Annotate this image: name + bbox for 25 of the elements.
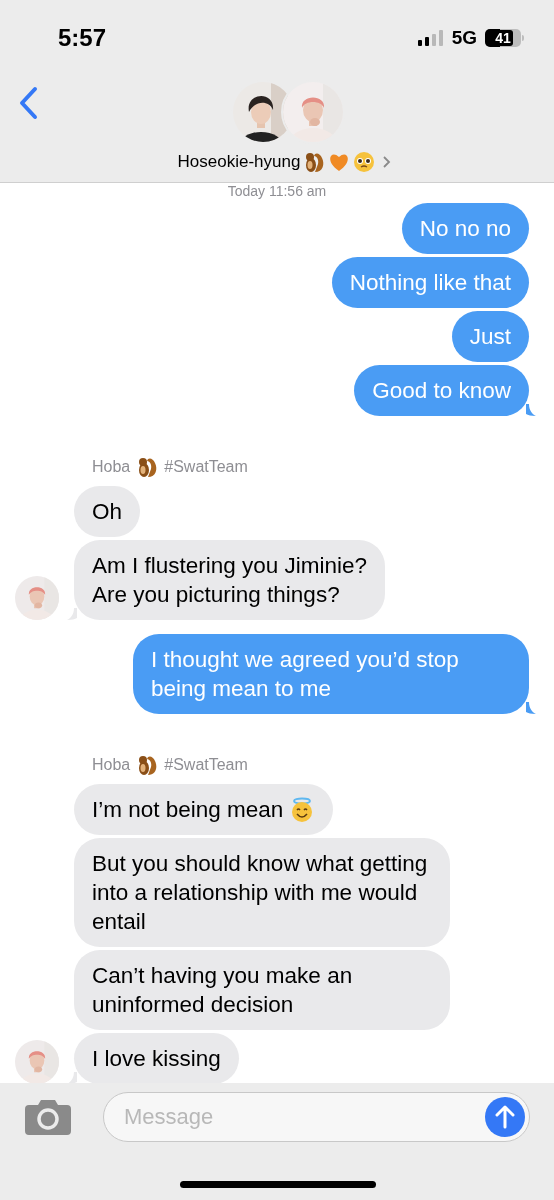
timestamp: Today 11:56 am <box>226 183 328 199</box>
camera-icon[interactable] <box>25 1099 71 1135</box>
network-label: 5G <box>451 27 477 49</box>
heart-icon <box>328 152 351 172</box>
signal-icon <box>417 30 444 46</box>
sender-name: Hoba <box>92 458 131 476</box>
sent-message: Nothing like that <box>331 257 529 308</box>
chevron-icon[interactable] <box>382 155 393 169</box>
arrow-up-icon <box>494 1105 516 1129</box>
clock-time: 5:57 <box>58 24 107 52</box>
sender-tag: #SwatTeam <box>164 458 248 476</box>
pleading-face-icon <box>353 151 376 173</box>
bubble-tail <box>526 702 536 714</box>
battery-icon: 41 <box>485 29 524 47</box>
received-message: Oh <box>74 486 140 537</box>
sender-tag: #SwatTeam <box>164 756 248 774</box>
bubble-tail <box>526 404 536 416</box>
sender-name: Hoba <box>92 756 131 774</box>
received-message: I’m not being mean <box>74 784 334 835</box>
received-message: But you should know what getting into a relationship with me would entail <box>74 838 450 947</box>
received-message: Can’t having you make an uninformed decision <box>74 950 450 1030</box>
contact-name[interactable]: Hoseokie-hyung <box>177 152 301 172</box>
message-field[interactable]: Message <box>103 1092 530 1142</box>
sent-message: No no no <box>401 203 529 254</box>
sent-message: Just <box>451 311 529 362</box>
